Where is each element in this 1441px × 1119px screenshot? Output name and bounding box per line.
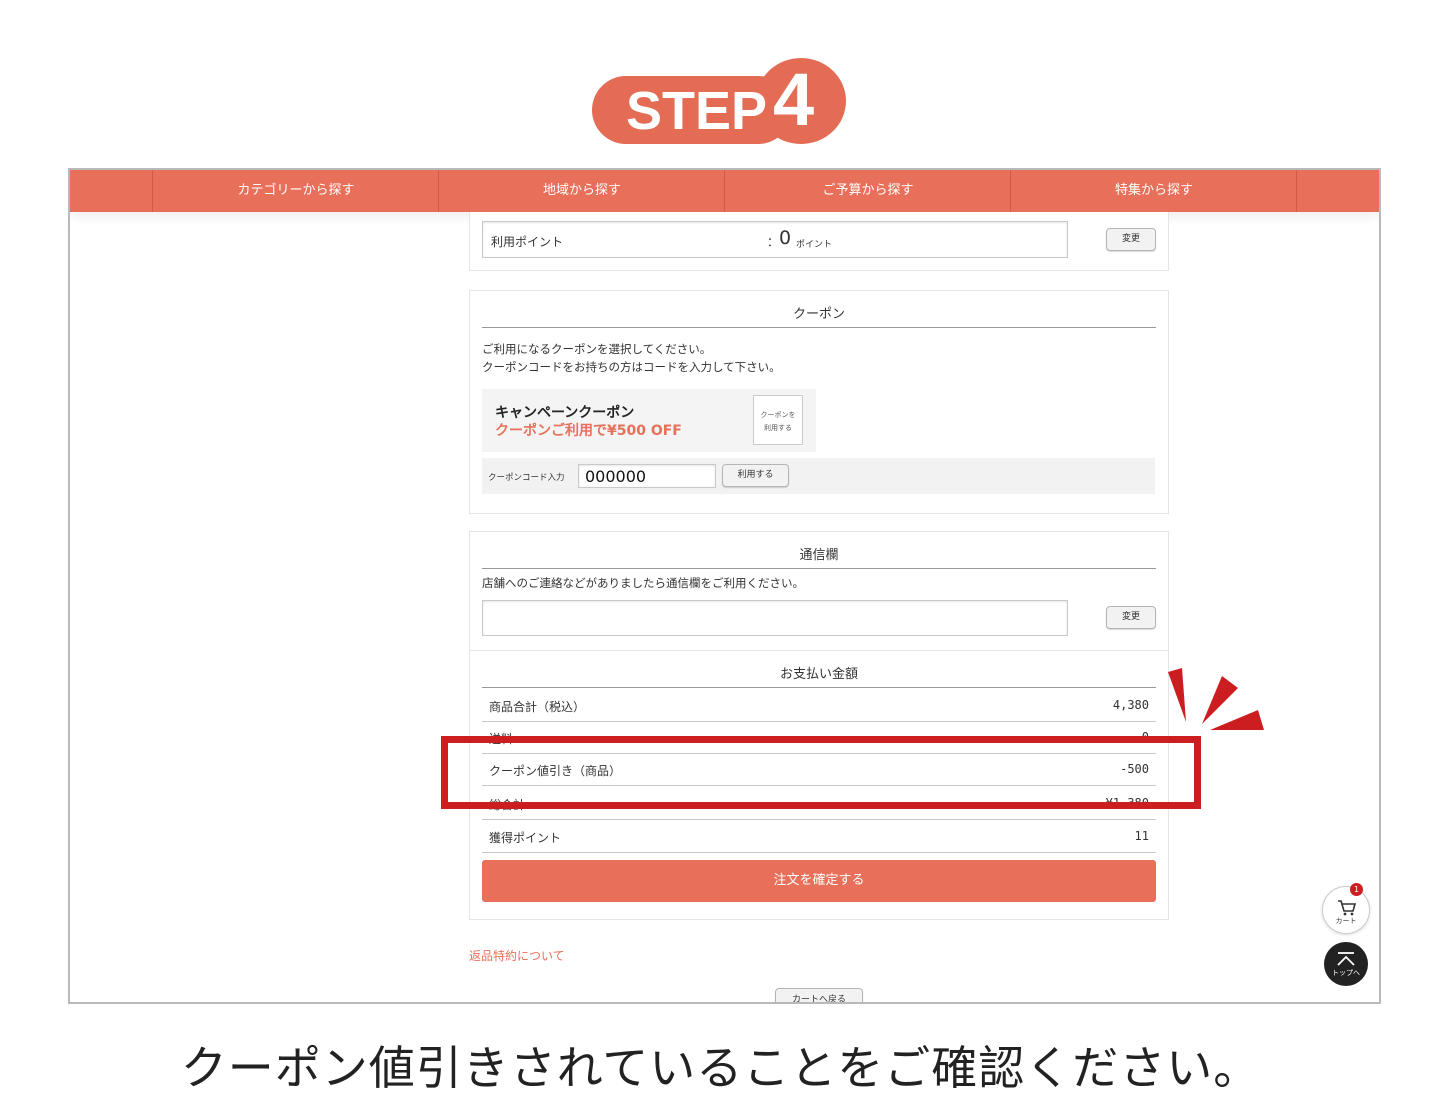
nav-divider: [1296, 170, 1298, 212]
payment-row-subtotal: 商品合計（税込） 4,380: [482, 690, 1156, 722]
emphasis-burst-icon: [1168, 668, 1264, 730]
screenshot-frame: カテゴリーから探す 地域から探す ご予算から探す 特集から探す 利用ポイント ：…: [68, 168, 1381, 1004]
campaign-coupon-title: キャンペーンクーポン: [495, 405, 635, 421]
row-value: 4,380: [1112, 698, 1149, 712]
coupon-apply-button[interactable]: 利用する: [722, 464, 789, 487]
cart-icon: [1338, 900, 1357, 916]
message-panel: 通信欄 店舗へのご連絡などがありましたら通信欄をご利用ください。 変更: [469, 531, 1169, 651]
return-policy-link[interactable]: 返品特約について: [469, 947, 565, 964]
coupon-code-value: 000000: [585, 467, 647, 486]
payment-title: お支払い金額: [482, 663, 1156, 688]
back-to-top-button[interactable]: トップへ: [1324, 942, 1368, 986]
use-coupon-button-line2: 利用する: [764, 424, 792, 432]
step-label: STEP: [626, 81, 768, 141]
back-to-cart-button[interactable]: カートへ戻る: [775, 988, 863, 1002]
campaign-coupon-offer: クーポンご利用で¥500 OFF: [495, 423, 682, 439]
confirm-order-button[interactable]: 注文を確定する: [482, 860, 1156, 902]
highlight-box: [441, 736, 1201, 809]
cart-badge: 1: [1350, 883, 1363, 896]
coupon-panel: クーポン ご利用になるクーポンを選択してください。 クーポンコードをお持ちの方は…: [469, 290, 1169, 514]
message-textarea[interactable]: [482, 600, 1068, 636]
points-value: 0: [779, 227, 792, 249]
nav-item-region[interactable]: 地域から探す: [438, 170, 725, 212]
top-navigation: カテゴリーから探す 地域から探す ご予算から探す 特集から探す: [70, 170, 1379, 212]
points-label: 利用ポイント: [491, 235, 564, 249]
row-value: 11: [1134, 829, 1149, 843]
points-unit: ポイント: [796, 240, 833, 250]
coupon-desc-2: クーポンコードをお持ちの方はコードを入力して下さい。: [482, 360, 781, 374]
points-panel: 利用ポイント ： 0 ポイント 変更: [469, 212, 1169, 271]
floating-cart-button[interactable]: カート 1: [1322, 883, 1370, 934]
message-title: 通信欄: [482, 544, 1156, 569]
step-badge: STEP 4: [592, 58, 846, 146]
arrow-up-icon: [1337, 952, 1355, 966]
use-coupon-button[interactable]: クーポンを 利用する: [753, 395, 803, 445]
row-label: 商品合計（税込）: [489, 700, 586, 714]
nav-item-feature[interactable]: 特集から探す: [1010, 170, 1297, 212]
cart-label: カート: [1335, 917, 1357, 925]
caption: クーポン値引きされていることをご確認ください。: [180, 1041, 1261, 1095]
row-label: 獲得ポイント: [489, 831, 562, 845]
coupon-code-row: クーポンコード入力 000000 利用する: [482, 458, 1155, 494]
points-change-button[interactable]: 変更: [1106, 228, 1156, 251]
message-desc: 店舗へのご連絡などがありましたら通信欄をご利用ください。: [482, 576, 804, 590]
coupon-code-input[interactable]: 000000: [578, 464, 716, 488]
step-number: 4: [773, 58, 815, 141]
points-field[interactable]: 利用ポイント ： 0 ポイント: [482, 221, 1068, 258]
points-colon: ：: [767, 235, 780, 249]
coupon-desc-1: ご利用になるクーポンを選択してください。: [482, 342, 712, 356]
back-to-top-label: トップへ: [1332, 969, 1360, 977]
coupon-title: クーポン: [482, 303, 1156, 328]
message-change-button[interactable]: 変更: [1106, 606, 1156, 629]
nav-item-category[interactable]: カテゴリーから探す: [152, 170, 439, 212]
campaign-coupon-card: キャンペーンクーポン クーポンご利用で¥500 OFF クーポンを 利用する: [482, 389, 816, 452]
nav-item-budget[interactable]: ご予算から探す: [724, 170, 1011, 212]
coupon-code-label: クーポンコード入力: [488, 473, 565, 483]
payment-row-earned-points: 獲得ポイント 11: [482, 821, 1156, 853]
use-coupon-button-line1: クーポンを: [760, 411, 796, 419]
